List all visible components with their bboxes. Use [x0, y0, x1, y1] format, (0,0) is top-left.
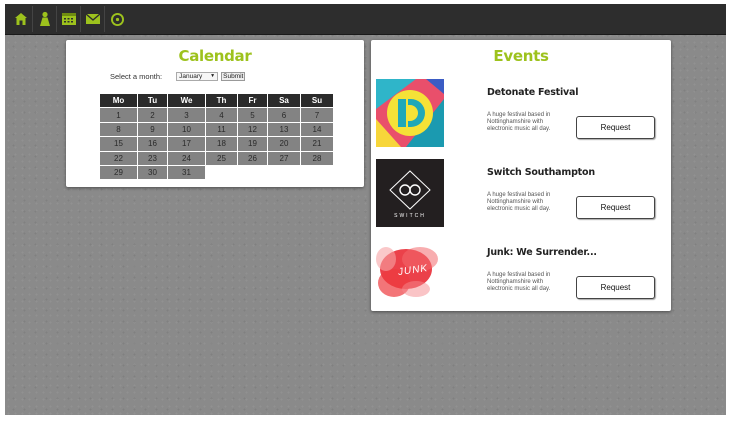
event-item-junk: JUNK Junk: We Surrender... A huge festiv… — [376, 239, 666, 309]
month-select[interactable]: January ▼ — [176, 71, 219, 81]
event-description: A huge festival based in Nottinghamshire… — [487, 272, 551, 292]
nav-home-button[interactable] — [9, 6, 33, 32]
calendar-day[interactable]: 29 — [100, 165, 137, 180]
month-label: Select a month: — [110, 71, 163, 81]
calendar-day[interactable]: 11 — [206, 122, 237, 137]
calendar-day[interactable]: 20 — [268, 137, 300, 151]
calendar-day[interactable]: 10 — [168, 122, 205, 137]
weekday-header: Sa — [268, 94, 300, 108]
calendar-panel: Calendar Select a month: January ▼ Submi… — [66, 40, 364, 187]
events-panel: Events Detonate Festival A huge festival… — [371, 40, 671, 311]
events-title: Events — [493, 47, 549, 65]
calendar-day[interactable]: 2 — [138, 108, 167, 122]
calendar-day[interactable]: 25 — [206, 151, 237, 165]
calendar-day[interactable]: 17 — [168, 137, 205, 151]
calendar-day[interactable]: 5 — [238, 108, 267, 122]
detonate-logo-image[interactable] — [376, 79, 444, 147]
weekday-header: We — [168, 94, 205, 108]
calendar-day[interactable]: 27 — [268, 151, 300, 165]
month-select-value: January — [179, 72, 203, 80]
request-button[interactable]: Request — [576, 116, 655, 139]
event-name: Detonate Festival — [487, 87, 579, 98]
event-name: Junk: We Surrender... — [487, 247, 597, 258]
calendar-day[interactable]: 12 — [238, 122, 267, 137]
calendar-day[interactable]: 13 — [268, 122, 300, 137]
request-button[interactable]: Request — [576, 276, 655, 299]
submit-button[interactable]: Submit — [221, 71, 246, 81]
mail-icon — [85, 13, 100, 24]
weekday-header: Mo — [100, 94, 137, 108]
nav-user-button[interactable] — [33, 6, 57, 32]
calendar-day[interactable]: 22 — [100, 151, 137, 165]
calendar-day[interactable]: 6 — [268, 108, 300, 122]
calendar-day[interactable]: 7 — [301, 108, 333, 122]
weekday-header: Th — [206, 94, 237, 108]
junk-logo-image[interactable]: JUNK — [376, 239, 444, 307]
home-icon — [14, 13, 27, 25]
calendar-day[interactable]: 31 — [168, 165, 205, 180]
request-button[interactable]: Request — [576, 196, 655, 219]
weekday-header: Fr — [238, 94, 267, 108]
nav-calendar-button[interactable] — [57, 6, 81, 32]
calendar-day[interactable]: 9 — [138, 122, 167, 137]
event-description: A huge festival based in Nottinghamshire… — [487, 112, 551, 132]
calendar-day[interactable]: 1 — [100, 108, 137, 122]
calendar-day[interactable]: 15 — [100, 137, 137, 151]
switch-logo-image[interactable]: SWITCH — [376, 159, 444, 227]
calendar-day[interactable]: 26 — [238, 151, 267, 165]
event-description: A huge festival based in Nottinghamshire… — [487, 192, 551, 212]
calendar-day[interactable]: 16 — [138, 137, 167, 151]
calendar-day[interactable]: 30 — [138, 165, 167, 180]
nav-record-button[interactable] — [105, 6, 129, 32]
switch-logo-text: SWITCH — [394, 213, 426, 219]
calendar-title: Calendar — [178, 47, 252, 65]
calendar-grid: Mo Tu We Th Fr Sa Su 1 2 3 4 5 6 7 8 9 10 11 12 13 14 15 16 17 1… — [100, 94, 333, 180]
record-icon — [110, 12, 124, 26]
calendar-day[interactable]: 24 — [168, 151, 205, 165]
weekday-header: Tu — [138, 94, 167, 108]
calendar-day[interactable]: 23 — [138, 151, 167, 165]
top-navigation-bar — [5, 4, 726, 35]
calendar-day[interactable]: 21 — [301, 137, 333, 151]
app-frame: Calendar Select a month: January ▼ Submi… — [5, 4, 726, 415]
calendar-day[interactable]: 14 — [301, 122, 333, 137]
calendar-day[interactable]: 4 — [206, 108, 237, 122]
event-item-switch: SWITCH Switch Southampton A huge festiva… — [376, 159, 666, 229]
nav-mail-button[interactable] — [81, 6, 105, 32]
event-item-detonate: Detonate Festival A huge festival based … — [376, 79, 666, 149]
calendar-day[interactable]: 18 — [206, 137, 237, 151]
event-name: Switch Southampton — [487, 167, 595, 178]
user-icon — [39, 11, 50, 26]
calendar-day[interactable]: 8 — [100, 122, 137, 137]
calendar-day[interactable]: 28 — [301, 151, 333, 165]
dropdown-arrow-icon: ▼ — [210, 72, 216, 79]
month-selector-row: Select a month: January ▼ Submit — [110, 70, 246, 82]
weekday-header: Su — [301, 94, 333, 108]
calendar-icon — [61, 13, 76, 25]
calendar-day[interactable]: 3 — [168, 108, 205, 122]
calendar-day[interactable]: 19 — [238, 137, 267, 151]
